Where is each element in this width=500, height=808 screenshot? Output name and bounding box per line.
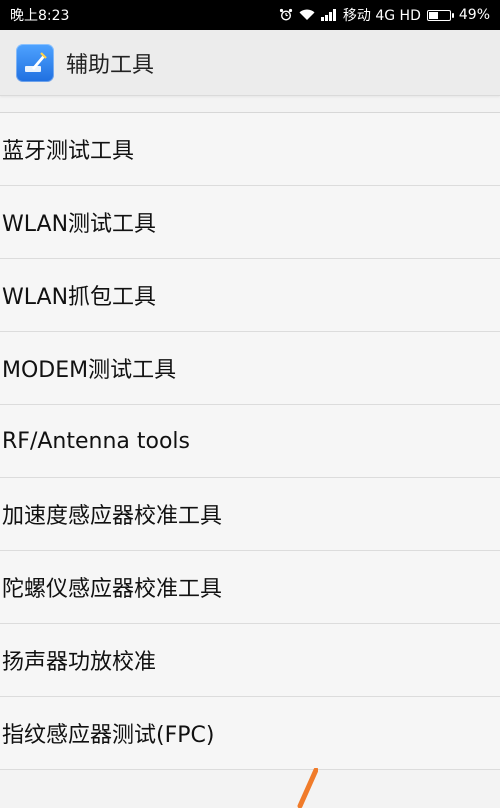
list-item-wlan-capture[interactable]: WLAN抓包工具 (0, 259, 500, 332)
list-item-label: 加速度感应器校准工具 (2, 504, 223, 529)
tool-list: 蓝牙测试工具 WLAN测试工具 WLAN抓包工具 MODEM测试工具 RF/An… (0, 113, 500, 770)
list-item-fingerprint-test[interactable]: 指纹感应器测试(FPC) (0, 697, 500, 770)
carrier-label: 移动 4G HD (342, 8, 421, 24)
list-item-label: WLAN测试工具 (2, 212, 157, 237)
list-item-speaker-amp-calibration[interactable]: 扬声器功放校准 (0, 624, 500, 697)
list-item-label: 指纹感应器测试(FPC) (2, 723, 215, 748)
list-item-label: 蓝牙测试工具 (2, 139, 135, 164)
signal-icon (320, 9, 337, 21)
list-item-label: RF/Antenna tools (2, 428, 190, 454)
list-item-rf-antenna[interactable]: RF/Antenna tools (0, 405, 500, 478)
list-item-wlan-test[interactable]: WLAN测试工具 (0, 186, 500, 259)
list-item-label: 扬声器功放校准 (2, 650, 157, 675)
list-item-modem-test[interactable]: MODEM测试工具 (0, 332, 500, 405)
page-title: 辅助工具 (66, 52, 155, 78)
alarm-icon (279, 8, 293, 22)
list-item-label: 陀螺仪感应器校准工具 (2, 577, 223, 602)
wifi-icon (299, 9, 315, 21)
status-bar: 晚上8:23 移动 4G HD 49% (0, 0, 500, 30)
battery-percent: 49% (458, 7, 490, 23)
list-item-bluetooth-test[interactable]: 蓝牙测试工具 (0, 113, 500, 186)
list-item-label: WLAN抓包工具 (2, 285, 157, 310)
list-item-gyroscope-calibration[interactable]: 陀螺仪感应器校准工具 (0, 551, 500, 624)
battery-icon (426, 9, 454, 21)
status-time: 晚上8:23 (10, 8, 70, 24)
list-item-accelerometer-calibration[interactable]: 加速度感应器校准工具 (0, 478, 500, 551)
tools-app-icon (16, 43, 54, 82)
app-bar: 辅助工具 (0, 30, 500, 96)
annotation-stroke (297, 768, 318, 808)
list-item-label: MODEM测试工具 (2, 358, 177, 383)
